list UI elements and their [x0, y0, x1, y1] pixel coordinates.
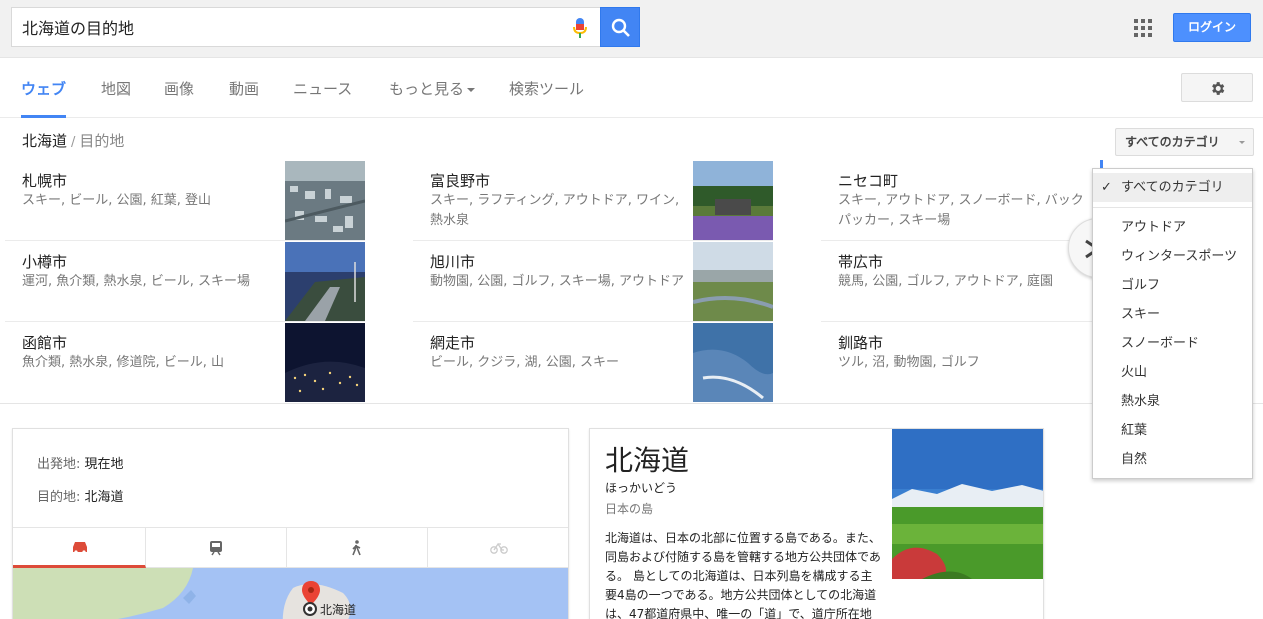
place-tags: ツル, 沼, 動物園, ゴルフ	[838, 355, 980, 370]
breadcrumb-root[interactable]: 北海道	[22, 132, 67, 150]
login-button[interactable]: ログイン	[1173, 13, 1251, 42]
place-name: 帯広市	[838, 253, 884, 271]
menu-item-volcano[interactable]: 火山	[1093, 358, 1252, 387]
place-tags: 運河, 魚介類, 熱水泉, ビール, スキー場	[22, 274, 251, 289]
mode-bike[interactable]	[428, 528, 568, 568]
scroll-indicator	[1100, 160, 1103, 168]
tab-web[interactable]: ウェブ	[21, 78, 67, 118]
map-location-dot-icon	[303, 602, 317, 616]
destinations-grid: 札幌市 スキー, ビール, 公園, 紅葉, 登山 小樽市 運河, 魚介類, 熱水…	[0, 160, 1263, 404]
place-name: 網走市	[430, 334, 476, 352]
menu-item-snowboard[interactable]: スノーボード	[1093, 329, 1252, 358]
kg-photo[interactable]	[892, 429, 1044, 579]
place-thumbnail	[693, 242, 773, 321]
travel-mode-bar	[13, 527, 568, 568]
destination-label: 目的地:	[37, 490, 81, 505]
place-tags: スキー, ラフティング, アウトドア, ワイン, 熱水泉	[430, 193, 680, 228]
mode-walk[interactable]	[287, 528, 428, 568]
tab-videos[interactable]: 動画	[229, 78, 259, 118]
menu-item-winter-sports[interactable]: ウィンタースポーツ	[1093, 242, 1252, 271]
place-tags: スキー, ビール, 公園, 紅葉, 登山	[22, 193, 212, 208]
place-name: 富良野市	[430, 172, 491, 190]
category-select[interactable]: すべてのカテゴリ	[1115, 128, 1254, 156]
place-name: 旭川市	[430, 253, 476, 271]
place-thumbnail	[693, 323, 773, 402]
map-place-label: 北海道	[320, 603, 357, 617]
category-select-label: すべてのカテゴリ	[1125, 135, 1220, 149]
checkmark-icon: ✓	[1101, 180, 1112, 195]
settings-button[interactable]	[1181, 73, 1253, 102]
car-icon	[73, 542, 87, 554]
mode-transit[interactable]	[146, 528, 287, 568]
menu-item-hot-springs[interactable]: 熱水泉	[1093, 387, 1252, 416]
place-thumbnail	[285, 161, 365, 240]
map-graphic	[13, 568, 568, 619]
search-button[interactable]	[600, 7, 640, 47]
origin-value: 現在地	[84, 457, 124, 472]
tab-more-label: もっと見る	[389, 80, 465, 98]
search-box[interactable]	[11, 7, 601, 47]
tab-images[interactable]: 画像	[164, 78, 194, 118]
kg-subtitle: 日本の島	[605, 502, 654, 516]
knowledge-panel: 北海道 ほっかいどう 日本の島 北海道は、日本の北部に位置する島である。また、同…	[589, 428, 1044, 619]
destination-row[interactable]: 目的地: 北海道	[37, 486, 124, 505]
place-tags: ビール, クジラ, 湖, 公園, スキー	[430, 355, 620, 370]
place-thumbnail	[693, 161, 773, 240]
gear-icon	[1212, 82, 1225, 95]
breadcrumb-separator: /	[71, 135, 76, 150]
menu-item-ski[interactable]: スキー	[1093, 300, 1252, 329]
category-dropdown-menu: ✓ すべてのカテゴリ アウトドア ウィンタースポーツ ゴルフ スキー スノーボー…	[1092, 168, 1253, 479]
place-thumbnail	[285, 323, 365, 402]
menu-item-golf[interactable]: ゴルフ	[1093, 271, 1252, 300]
place-card[interactable]: 函館市 魚介類, 熱水泉, 修道院, ビール, 山	[5, 322, 365, 403]
search-tabs: ウェブ 地図 画像 動画 ニュース もっと見る 検索ツール	[0, 58, 1263, 118]
menu-item-all-categories[interactable]: ✓ すべてのカテゴリ	[1093, 173, 1252, 202]
place-name: 小樽市	[22, 253, 68, 271]
menu-item-autumn-leaves[interactable]: 紅葉	[1093, 416, 1252, 445]
place-name: 釧路市	[838, 334, 884, 352]
place-card[interactable]: 富良野市 スキー, ラフティング, アウトドア, ワイン, 熱水泉	[413, 160, 773, 241]
search-input[interactable]	[12, 8, 552, 46]
menu-item-nature[interactable]: 自然	[1093, 445, 1252, 474]
place-card[interactable]: 小樽市 運河, 魚介類, 熱水泉, ビール, スキー場	[5, 241, 365, 322]
kg-reading: ほっかいどう	[605, 481, 678, 495]
walk-icon	[352, 540, 361, 556]
place-tags: 魚介類, 熱水泉, 修道院, ビール, 山	[22, 355, 225, 370]
directions-map[interactable]: 北海道	[13, 568, 568, 619]
place-tags: スキー, アウトドア, スノーボード, バックパッカー, スキー場	[838, 193, 1084, 228]
search-icon	[611, 18, 630, 37]
breadcrumb-current: 目的地	[79, 132, 125, 150]
place-name: 札幌市	[22, 172, 68, 190]
apps-grid-icon[interactable]	[1134, 19, 1152, 37]
menu-item-outdoor[interactable]: アウトドア	[1093, 213, 1252, 242]
kg-description: 北海道は、日本の北部に位置する島である。また、同島および付随する島を管轄する地方…	[605, 531, 881, 619]
tab-more[interactable]: もっと見る	[389, 78, 476, 118]
origin-row[interactable]: 出発地: 現在地	[37, 453, 124, 472]
place-card[interactable]: 旭川市 動物園, 公園, ゴルフ, スキー場, アウトドア	[413, 241, 773, 322]
menu-item-label: すべてのカテゴリ	[1121, 180, 1224, 195]
bike-icon	[490, 542, 508, 554]
caret-down-icon	[467, 87, 476, 92]
destination-value: 北海道	[84, 490, 124, 505]
tab-maps[interactable]: 地図	[101, 78, 131, 118]
tab-search-tools[interactable]: 検索ツール	[509, 78, 584, 118]
breadcrumb: 北海道 / 目的地	[22, 130, 124, 151]
place-thumbnail	[285, 242, 365, 321]
mode-car[interactable]	[13, 528, 146, 568]
top-bar: ログイン	[0, 0, 1263, 58]
train-icon	[210, 541, 222, 556]
place-name: 函館市	[22, 334, 68, 352]
place-name: ニセコ町	[838, 172, 899, 190]
menu-divider	[1093, 207, 1252, 208]
caret-down-icon	[1239, 141, 1245, 144]
kg-title: 北海道	[605, 444, 690, 477]
place-card[interactable]: 網走市 ビール, クジラ, 湖, 公園, スキー	[413, 322, 773, 403]
tab-news[interactable]: ニュース	[293, 78, 352, 118]
place-card[interactable]: 札幌市 スキー, ビール, 公園, 紅葉, 登山	[5, 160, 365, 241]
place-tags: 競馬, 公園, ゴルフ, アウトドア, 庭園	[838, 274, 1054, 289]
origin-label: 出発地:	[37, 457, 81, 472]
microphone-icon[interactable]	[572, 17, 588, 39]
place-tags: 動物園, 公園, ゴルフ, スキー場, アウトドア	[430, 274, 685, 289]
directions-card: 出発地: 現在地 目的地: 北海道 北海道	[12, 428, 569, 619]
